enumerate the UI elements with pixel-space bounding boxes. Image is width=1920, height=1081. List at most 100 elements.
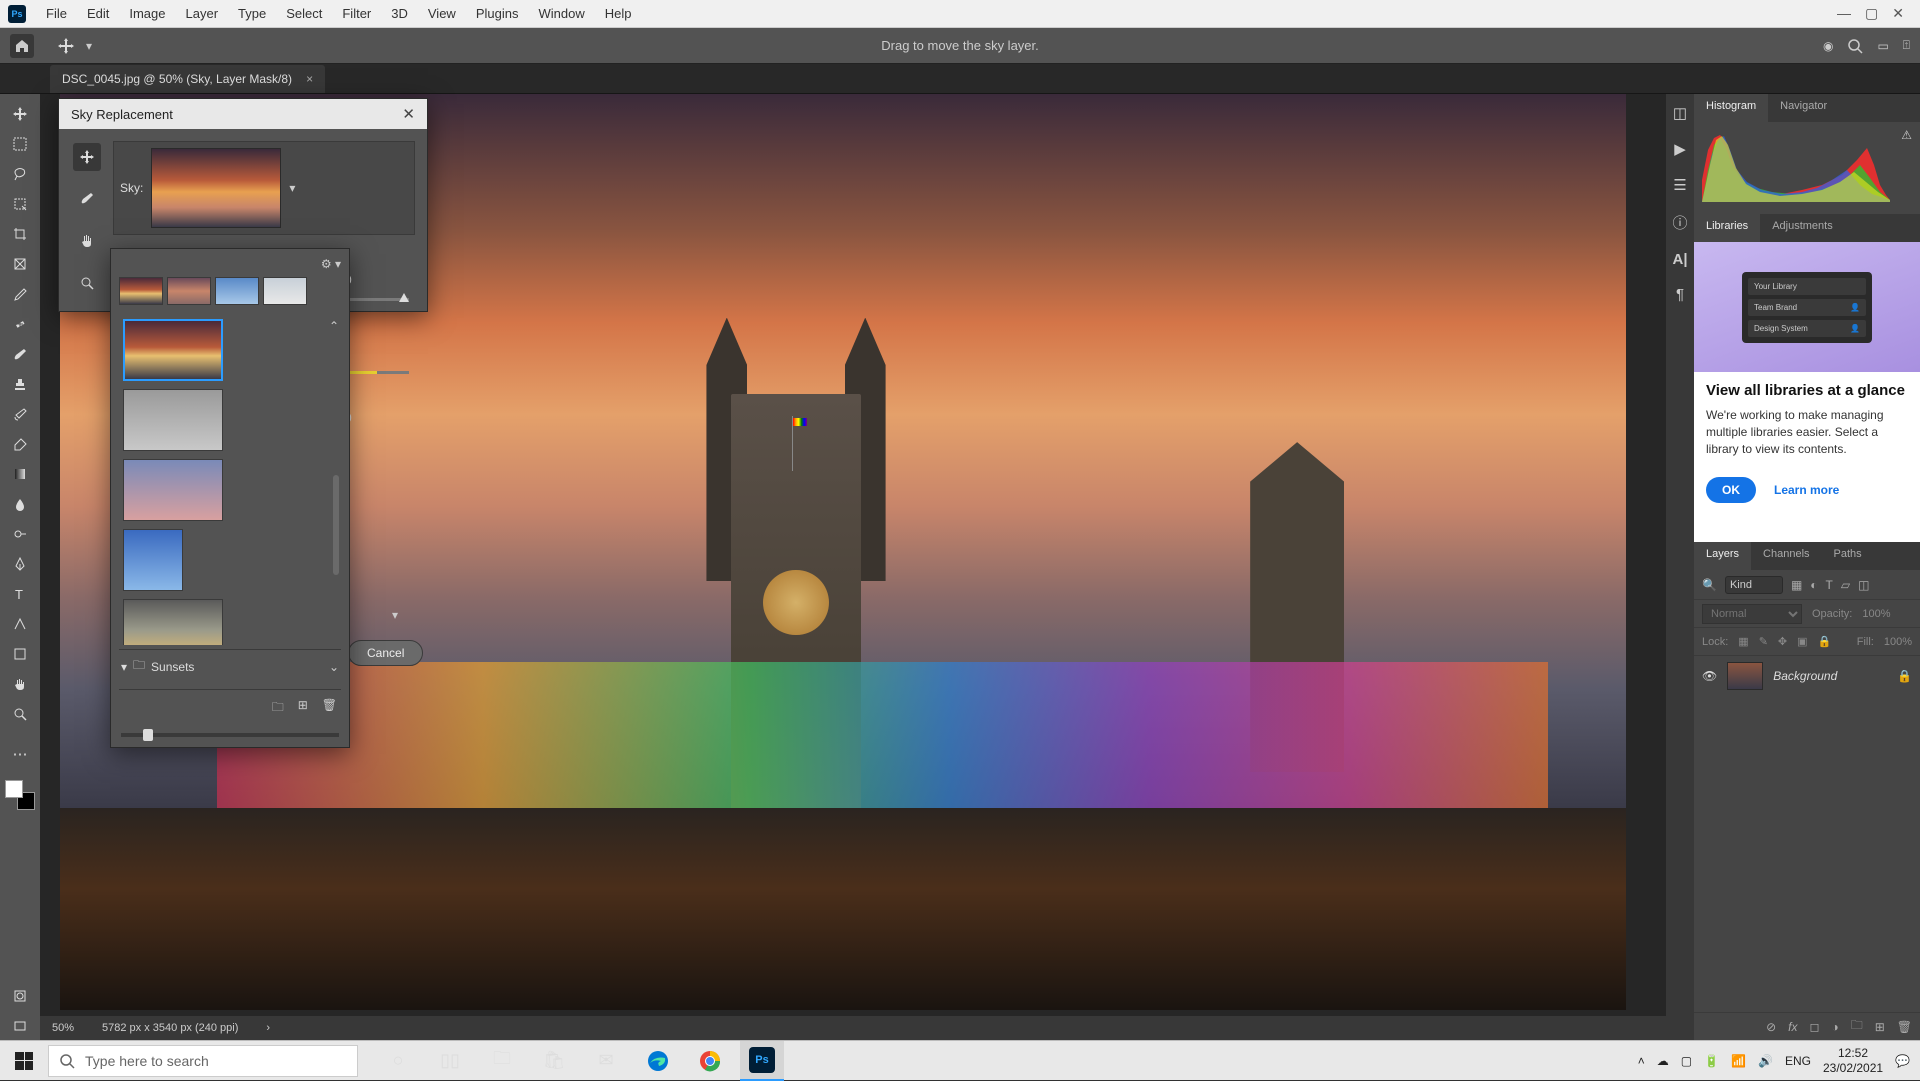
shape-tool[interactable] [4,640,36,668]
fill-value[interactable]: 100% [1884,636,1912,648]
folder-collapse-icon[interactable]: ▾ [121,660,127,674]
layer-mask-icon[interactable]: ◻ [1809,1020,1819,1034]
libraries-ok-button[interactable]: OK [1706,477,1756,503]
edge-icon[interactable] [636,1041,680,1081]
preset-list[interactable]: ⌃ [119,315,341,645]
home-button[interactable] [10,34,34,58]
wifi-icon[interactable]: 📶 [1731,1054,1746,1068]
new-preset-icon[interactable]: ⊞ [298,698,308,719]
edit-toolbar-icon[interactable]: ⋯ [4,740,36,768]
filter-pixel-icon[interactable]: ▦ [1791,578,1802,592]
sky-move-tool[interactable] [73,143,101,171]
libraries-learn-more-link[interactable]: Learn more [1774,483,1839,497]
preset-settings-icon[interactable]: ⚙ ▾ [321,257,341,271]
lock-transparent-icon[interactable]: ▦ [1738,635,1748,648]
menu-help[interactable]: Help [595,2,642,25]
panel-icon-actions[interactable]: ▶ [1674,140,1686,158]
eraser-tool[interactable] [4,430,36,458]
type-tool[interactable]: T [4,580,36,608]
panel-icon-paragraph[interactable]: ¶ [1676,286,1684,303]
cloud-profile-icon[interactable]: ◉ [1823,39,1833,53]
layer-lock-icon[interactable]: 🔒 [1897,669,1912,683]
status-expand-icon[interactable]: › [266,1022,270,1034]
cancel-button[interactable]: Cancel [348,640,423,666]
preset-thumbnail[interactable] [123,529,183,591]
microsoft-store-icon[interactable]: 🛍 [532,1041,576,1081]
sky-zoom-tool[interactable] [73,269,101,297]
layer-thumbnail[interactable] [1727,662,1763,690]
filter-adjustment-icon[interactable]: ◐ [1810,578,1817,592]
selection-tool[interactable] [4,190,36,218]
healing-tool[interactable] [4,310,36,338]
preset-scroll-down-icon[interactable]: ⌄ [329,660,339,674]
menu-edit[interactable]: Edit [77,2,119,25]
lock-all-icon[interactable]: 🔒 [1818,635,1832,648]
preset-scrollbar[interactable] [333,475,339,575]
channels-tab[interactable]: Channels [1751,542,1821,570]
dialog-titlebar[interactable]: Sky Replacement ✕ [59,99,427,129]
start-button[interactable] [0,1041,48,1081]
preset-thumbnail[interactable] [119,277,163,305]
close-tab-icon[interactable]: × [306,72,313,86]
filter-type-icon[interactable]: T [1826,578,1833,592]
stamp-tool[interactable] [4,370,36,398]
layer-visibility-icon[interactable]: 👁 [1702,669,1717,683]
screen-mode-icon[interactable] [4,1012,36,1040]
menu-image[interactable]: Image [119,2,175,25]
layer-name[interactable]: Background [1773,669,1887,683]
menu-type[interactable]: Type [228,2,276,25]
libraries-tab[interactable]: Libraries [1694,214,1760,242]
layer-fx-icon[interactable]: fx [1788,1020,1797,1034]
histogram-warning-icon[interactable]: ⚠ [1901,128,1912,142]
hand-tool[interactable] [4,670,36,698]
slider-value-b[interactable]: 0 [345,400,409,436]
filter-smart-icon[interactable]: ◫ [1858,578,1869,592]
layers-tab[interactable]: Layers [1694,542,1751,570]
panel-icon-info[interactable]: ⓘ [1672,212,1687,233]
layer-group-icon[interactable]: 🗀 [1851,1016,1863,1037]
preset-thumbnail[interactable] [263,277,307,305]
tool-dropdown-icon[interactable]: ▾ [86,39,92,53]
panel-icon-1[interactable]: ◫ [1673,104,1687,122]
move-tool[interactable] [4,100,36,128]
delete-preset-icon[interactable]: 🗑 [322,698,337,719]
opacity-value[interactable]: 100% [1862,608,1890,620]
slider-track-a[interactable] [345,298,409,301]
menu-select[interactable]: Select [276,2,332,25]
gradient-tool[interactable] [4,460,36,488]
menu-window[interactable]: Window [528,2,594,25]
taskbar-clock[interactable]: 12:52 23/02/2021 [1823,1046,1883,1075]
lasso-tool[interactable] [4,160,36,188]
onedrive-icon[interactable]: ☁ [1657,1054,1669,1068]
filter-shape-icon[interactable]: ▱ [1841,578,1850,592]
dialog-close-icon[interactable]: ✕ [402,105,415,123]
layer-filter-search-icon[interactable]: 🔍 [1702,578,1717,592]
thumbnail-size-slider[interactable] [121,733,339,737]
panel-icon-character[interactable]: A| [1672,251,1687,268]
volume-icon[interactable]: 🔊 [1758,1054,1773,1068]
photoshop-taskbar-icon[interactable]: Ps [740,1041,784,1081]
notifications-icon[interactable]: 💬 [1895,1054,1910,1068]
adjustment-layer-icon[interactable]: ◑ [1831,1020,1838,1034]
workspace-icon[interactable]: ▭ [1877,39,1888,53]
import-preset-icon[interactable]: 🗀 [272,698,284,719]
preset-thumbnail[interactable] [123,459,223,521]
marquee-tool[interactable] [4,130,36,158]
color-swatch[interactable] [5,780,35,810]
adjustments-tab[interactable]: Adjustments [1760,214,1845,242]
quick-mask-icon[interactable] [4,982,36,1010]
blend-mode-select[interactable]: Normal [1702,604,1802,624]
lock-image-icon[interactable]: ✎ [1759,635,1768,648]
task-view-icon[interactable]: ▯▯ [428,1041,472,1081]
new-layer-icon[interactable]: ⊞ [1875,1020,1885,1034]
search-icon[interactable] [1847,38,1863,54]
move-tool-icon[interactable] [54,34,78,58]
taskbar-search[interactable]: Type here to search [48,1045,358,1077]
zoom-level[interactable]: 50% [52,1022,74,1034]
menu-view[interactable]: View [418,2,466,25]
dodge-tool[interactable] [4,520,36,548]
output-dropdown-icon[interactable]: ▾ [392,608,398,622]
cortana-icon[interactable]: ○ [376,1041,420,1081]
menu-plugins[interactable]: Plugins [466,2,529,25]
panel-icon-properties[interactable]: ☰ [1673,176,1686,194]
